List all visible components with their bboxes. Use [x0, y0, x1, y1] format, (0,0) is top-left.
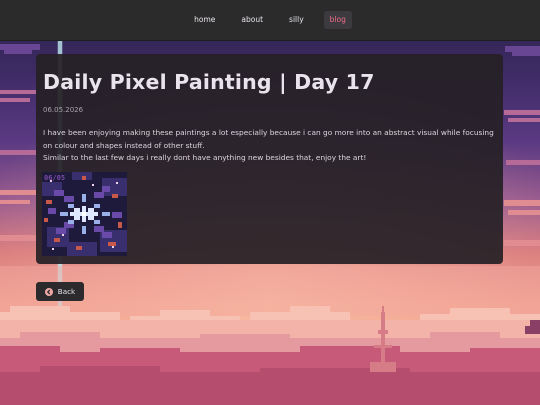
nav-links: home about silly blog	[0, 11, 540, 29]
post-paragraph: I have been enjoying making these painti…	[43, 128, 494, 150]
back-button-label: Back	[57, 287, 76, 296]
nav-link-blog[interactable]: blog	[323, 11, 352, 29]
nav-link-about[interactable]: about	[235, 11, 269, 29]
back-button[interactable]: Back	[36, 282, 84, 301]
post-title: Daily Pixel Painting | Day 17	[43, 70, 375, 94]
top-navigation: home about silly blog	[0, 0, 540, 41]
nav-link-home[interactable]: home	[188, 11, 221, 29]
artwork-caption: 06/05	[44, 174, 65, 182]
pixel-painting-image[interactable]: 06/05	[42, 172, 127, 256]
post-body: I have been enjoying making these painti…	[43, 127, 498, 165]
post-paragraph: Similar to the last few days i really do…	[43, 153, 367, 162]
nav-link-silly[interactable]: silly	[283, 11, 310, 29]
post-date: 06.05.2026	[43, 106, 84, 114]
back-arrow-icon	[44, 287, 53, 296]
